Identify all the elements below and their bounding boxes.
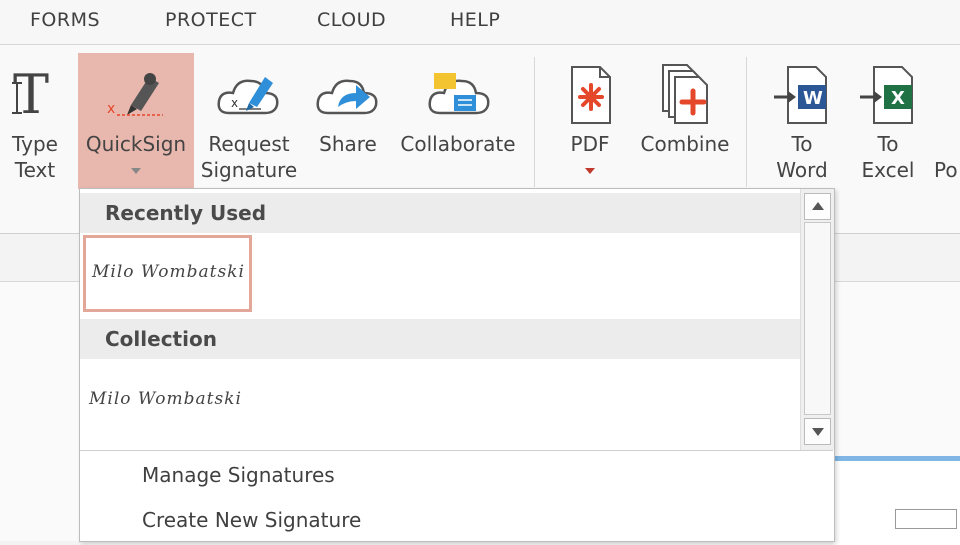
combine-label: Combine	[640, 132, 730, 156]
type-text-button[interactable]: T Type Text	[0, 53, 70, 233]
menu-cloud[interactable]: CLOUD	[317, 9, 386, 31]
chevron-down-icon	[131, 168, 141, 174]
menu-protect[interactable]: PROTECT	[165, 9, 257, 31]
collection-signature-text: Milo Wombatski	[89, 389, 242, 409]
manage-signatures-item[interactable]: Manage Signatures	[142, 463, 335, 487]
to-excel-label-2: Excel	[861, 158, 915, 182]
svg-text:x: x	[107, 101, 115, 117]
pen-sign-icon: x	[78, 63, 194, 133]
combine-documents-icon	[634, 63, 736, 133]
partial-button-label: Po	[934, 158, 958, 182]
type-text-label-1: Type	[12, 132, 58, 156]
pdf-label: PDF	[570, 132, 610, 156]
menu-bar: FORMS PROTECT CLOUD HELP	[0, 0, 960, 45]
cloud-signature-icon: x	[196, 63, 302, 133]
collection-heading: Collection	[105, 327, 217, 351]
excel-convert-icon: X	[852, 63, 924, 133]
cloud-share-icon	[310, 63, 386, 133]
scroll-thumb[interactable]	[804, 222, 831, 415]
document-field	[895, 509, 957, 529]
partial-ribbon-button[interactable]: Po	[934, 53, 960, 233]
chevron-down-icon	[585, 168, 595, 174]
type-text-label-2: Text	[14, 158, 56, 182]
word-convert-icon: W	[766, 63, 838, 133]
section-recently-used: Recently Used	[80, 193, 800, 233]
recent-signature-text: Milo Wombatski	[92, 262, 245, 282]
arrow-down-icon	[812, 428, 824, 436]
svg-text:x: x	[231, 96, 238, 110]
create-new-signature-item[interactable]: Create New Signature	[142, 508, 361, 532]
cloud-collaborate-icon	[394, 63, 522, 133]
type-text-icon: T	[0, 63, 70, 133]
recently-used-heading: Recently Used	[105, 201, 267, 225]
section-collection: Collection	[80, 319, 800, 359]
ribbon-separator	[534, 57, 535, 187]
quicksign-button[interactable]: x QuickSign	[78, 53, 194, 189]
to-excel-button[interactable]: X To Excel	[852, 53, 924, 233]
share-label: Share	[319, 132, 377, 156]
menu-help[interactable]: HELP	[450, 9, 500, 31]
menu-forms[interactable]: FORMS	[30, 9, 100, 31]
quicksign-dropdown: Recently Used Milo Wombatski Collection …	[79, 188, 835, 542]
collaborate-label: Collaborate	[400, 132, 516, 156]
svg-text:W: W	[803, 88, 823, 109]
to-word-label-1: To	[791, 132, 813, 156]
svg-text:X: X	[891, 88, 905, 109]
quicksign-label: QuickSign	[85, 132, 187, 156]
document-page-preview	[833, 456, 960, 545]
collection-signature-item[interactable]: Milo Wombatski	[83, 365, 252, 435]
to-excel-label-1: To	[877, 132, 899, 156]
scroll-up-button[interactable]	[804, 193, 831, 220]
arrow-up-icon	[812, 202, 824, 210]
scroll-down-button[interactable]	[804, 418, 831, 445]
to-word-label-2: Word	[776, 158, 828, 182]
pdf-document-icon	[556, 63, 624, 133]
request-signature-label-2: Signature	[200, 158, 298, 182]
recent-signature-item[interactable]: Milo Wombatski	[83, 235, 252, 312]
dropdown-scrollbar[interactable]	[800, 189, 834, 450]
ribbon-separator	[746, 57, 747, 187]
request-signature-label-1: Request	[208, 132, 290, 156]
dropdown-separator	[80, 450, 833, 451]
